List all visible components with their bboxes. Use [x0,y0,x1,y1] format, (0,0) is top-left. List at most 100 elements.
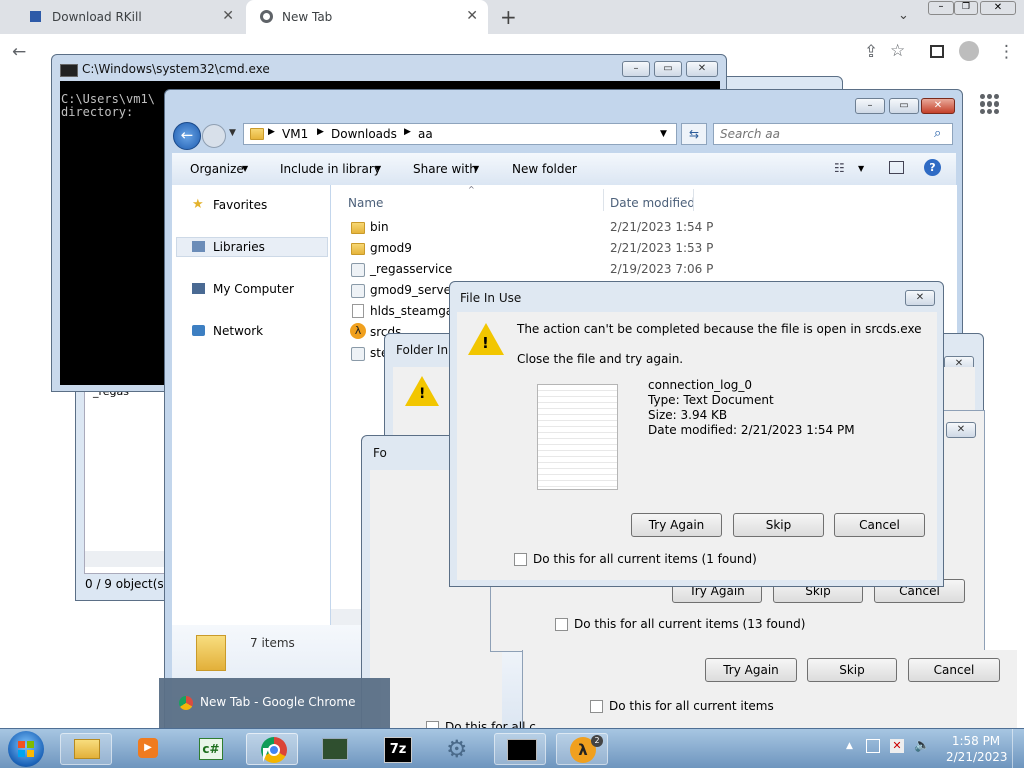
file-name[interactable]: _regasservice [370,262,452,276]
breadcrumb-aa[interactable]: aa [418,127,433,141]
taskbar-settings[interactable]: ⚙ [432,733,484,765]
taskbar-cmd[interactable] [494,733,546,765]
libraries-icon [192,241,205,252]
taskbar-explorer[interactable] [60,733,112,765]
chrome-restore-button[interactable]: ❐ [954,1,978,15]
navigation-pane: ★ Favorites Libraries My Computer Networ… [172,185,330,625]
cancel-button[interactable]: Cancel [908,658,1000,682]
apps-grid-icon[interactable] [980,94,1000,114]
7zip-icon: 7z [384,737,412,763]
error-message: The action can't be completed because th… [517,322,922,336]
checkbox[interactable] [590,700,603,713]
file-name: connection_log_0 [648,378,753,392]
skip-button[interactable]: Skip [733,513,824,537]
column-header-name[interactable]: Name [348,196,383,210]
bookmark-star-icon[interactable]: ☆ [890,41,905,61]
folder-icon [250,128,264,140]
cancel-button[interactable]: Cancel [834,513,925,537]
refresh-button[interactable]: ⇆ [681,123,707,145]
taskbar-preview-tooltip[interactable]: New Tab - Google Chrome [159,678,390,728]
address-bar[interactable]: ▶ VM1 ▶ Downloads ▶ aa ▼ [243,123,677,145]
action-center-icon[interactable]: ✕ [890,739,904,753]
taskbar-srcds[interactable]: λ 2 [556,733,608,765]
chrome-center-icon [268,744,280,756]
breadcrumb-downloads[interactable]: Downloads [331,127,397,141]
chrome-close-button[interactable]: ✕ [980,1,1016,15]
new-tab-button[interactable]: + [500,5,517,29]
profile-avatar-icon[interactable] [959,41,979,61]
apply-all-checkbox-row[interactable]: Do this for all current items (1 found) [514,552,757,566]
skip-button[interactable]: Skip [807,658,897,682]
chevron-down-icon[interactable]: ▼ [858,164,864,173]
share-with-button[interactable]: Share with [413,162,477,176]
recent-pages-chevron-icon[interactable]: ▼ [229,128,236,138]
checkbox[interactable] [514,553,527,566]
file-name[interactable]: gmod9_server [370,283,456,297]
volume-icon[interactable]: 🔈 [914,738,930,753]
address-dropdown-icon[interactable]: ▼ [660,129,667,139]
taskbar-chrome[interactable] [246,733,298,765]
back-button[interactable]: ← [173,122,201,150]
nav-libraries[interactable]: Libraries [213,240,265,254]
maximize-button[interactable]: ▭ [889,98,919,114]
tooltip-label: New Tab - Google Chrome [200,695,356,709]
taskbar-task-manager[interactable] [308,733,360,765]
chrome-minimize-button[interactable]: – [928,1,954,15]
clock[interactable]: 1:58 PM 2/21/2023 [946,733,1008,765]
tab-search-chevron-icon[interactable]: ⌄ [898,8,909,23]
taskbar-7zip[interactable]: 7z [370,733,422,765]
file-size: Size: 3.94 KB [648,408,728,422]
new-folder-button[interactable]: New folder [512,162,577,176]
organize-button[interactable]: Organize [190,162,244,176]
text-document-icon [537,384,618,490]
file-date: 2/19/2023 7:06 P [610,262,714,276]
close-button[interactable]: ✕ [686,61,718,77]
show-hidden-icons-icon[interactable]: ▲ [846,741,853,751]
close-button[interactable]: ✕ [946,422,976,438]
close-button[interactable]: ✕ [905,290,935,306]
start-button[interactable] [8,731,44,767]
tab-download-rkill[interactable]: Download RKill ✕ [8,0,244,34]
share-icon[interactable]: ⇪ [864,42,878,62]
forward-button[interactable] [202,124,226,148]
preview-pane-icon[interactable] [889,161,904,174]
minimize-button[interactable]: – [855,98,885,114]
file-date: 2/21/2023 1:53 P [610,241,714,255]
nav-favorites[interactable]: Favorites [213,198,267,212]
help-icon[interactable]: ? [924,159,941,176]
taskbar-media-player[interactable]: ▶ [122,733,174,765]
close-tab-icon[interactable]: ✕ [222,8,234,24]
close-tab-icon[interactable]: ✕ [466,8,478,24]
dialog-title: File In Use [460,291,522,305]
maximize-button[interactable]: ▭ [654,61,682,77]
include-in-library-button[interactable]: Include in library [280,162,381,176]
apply-all-checkbox-row[interactable]: Do this for all current items (13 found) [555,617,805,631]
back-arrow-icon[interactable]: ← [12,42,26,62]
sort-arrow-icon: ^ [468,185,475,194]
tab-new-tab[interactable]: New Tab ✕ [246,0,488,34]
minimize-button[interactable]: – [622,61,650,77]
tab-label: New Tab [282,10,333,24]
file-name[interactable]: bin [370,220,389,234]
gear-icon [351,263,365,277]
search-input[interactable] [718,126,922,142]
file-name[interactable]: gmod9 [370,241,412,255]
nav-my-computer[interactable]: My Computer [213,282,294,296]
column-header-date[interactable]: Date modified [610,196,695,210]
view-options-icon[interactable]: ☷ [834,161,845,175]
side-panel-icon[interactable] [930,45,944,58]
taskbar-csharp[interactable]: c# [184,733,236,765]
try-again-button[interactable]: Try Again [705,658,797,682]
close-button[interactable]: ✕ [921,98,955,114]
file-type: Type: Text Document [648,393,774,407]
try-again-button[interactable]: Try Again [631,513,722,537]
search-box[interactable]: ⌕ [713,123,953,145]
breadcrumb-vm1[interactable]: VM1 [282,127,308,141]
apply-all-checkbox-row[interactable]: Do this for all current items [590,699,774,713]
checkbox[interactable] [555,618,568,631]
network-tray-icon[interactable] [866,739,880,753]
show-desktop-button[interactable] [1012,729,1024,768]
item-count: 7 items [250,636,295,650]
nav-network[interactable]: Network [213,324,263,338]
more-menu-icon[interactable]: ⋮ [998,42,1015,62]
